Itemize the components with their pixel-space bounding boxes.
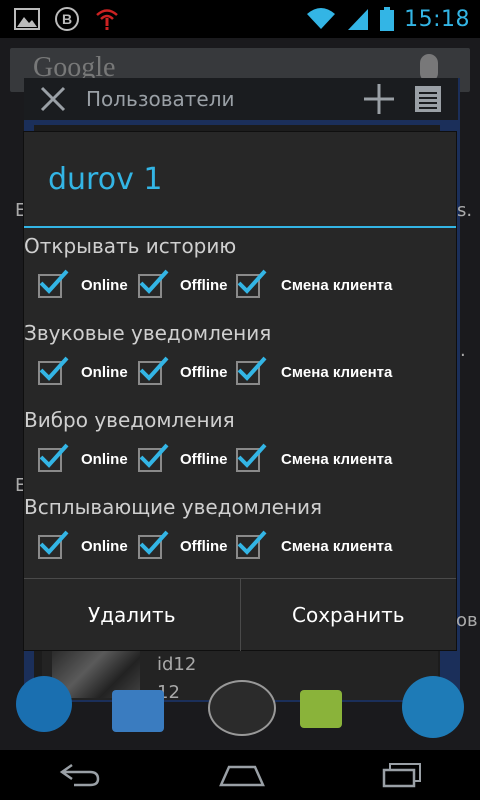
popup-client-change-checkbox[interactable] — [236, 530, 267, 561]
sound-online-checkbox[interactable] — [38, 356, 69, 387]
dialog-title: durov 1 — [48, 162, 163, 197]
checkmark-icon — [237, 269, 267, 294]
save-button[interactable]: Сохранить — [241, 579, 457, 651]
clock: 15:18 — [404, 6, 470, 32]
navigation-bar — [0, 750, 480, 800]
user-settings-dialog: durov 1 Открывать историю Online Offline… — [24, 132, 456, 651]
vibration-client-change-checkbox[interactable] — [236, 443, 267, 474]
popup-offline-checkbox[interactable] — [138, 530, 169, 561]
vibration-notifications-options: Online Offline Смена клиента — [34, 443, 454, 476]
client-change-label: Смена клиента — [281, 277, 393, 294]
list-item-id: id12 — [157, 654, 197, 675]
home-icon[interactable] — [219, 763, 265, 787]
offline-label: Offline — [180, 538, 228, 555]
dialog-button-bar: Удалить Сохранить — [24, 578, 456, 651]
checkmark-icon — [237, 530, 267, 555]
vibration-online-checkbox[interactable] — [38, 443, 69, 474]
open-history-offline-checkbox[interactable] — [138, 269, 169, 300]
checkmark-icon — [139, 530, 169, 555]
client-change-label: Смена клиента — [281, 451, 393, 468]
offline-label: Offline — [180, 364, 228, 381]
recent-apps-icon[interactable] — [382, 762, 422, 788]
list-icon[interactable] — [414, 85, 442, 113]
apps-icon[interactable] — [208, 680, 276, 736]
checkmark-icon — [39, 530, 69, 555]
add-icon[interactable] — [362, 82, 396, 116]
close-icon[interactable] — [38, 84, 68, 114]
back-icon[interactable] — [58, 762, 102, 788]
browser-icon[interactable] — [402, 676, 464, 738]
gallery-icon — [14, 8, 40, 30]
client-change-label: Смена клиента — [281, 538, 393, 555]
checkmark-icon — [237, 443, 267, 468]
users-title: Пользователи — [86, 87, 235, 111]
client-change-label: Смена клиента — [281, 364, 393, 381]
checkmark-icon — [39, 356, 69, 381]
no-signal-warning-icon — [96, 9, 118, 30]
messaging-icon[interactable] — [300, 690, 342, 728]
open-history-options: Online Offline Смена клиента — [34, 269, 454, 302]
vk-icon: B — [55, 7, 79, 31]
dialog-title-divider — [24, 226, 456, 228]
online-label: Online — [81, 364, 128, 381]
section-sound-notifications-label: Звуковые уведомления — [24, 321, 272, 345]
checkmark-icon — [139, 356, 169, 381]
contacts-icon[interactable] — [112, 690, 164, 732]
online-label: Online — [81, 277, 128, 294]
users-action-bar: Пользователи — [24, 78, 458, 120]
status-bar: B 15:18 — [0, 0, 480, 38]
svg-text:B: B — [62, 11, 72, 27]
open-history-client-change-checkbox[interactable] — [236, 269, 267, 300]
section-open-history-label: Открывать историю — [24, 234, 237, 258]
sound-offline-checkbox[interactable] — [138, 356, 169, 387]
wifi-icon — [307, 8, 336, 29]
bg-partial-text: s. — [457, 200, 473, 221]
bg-partial-text: . — [460, 340, 466, 361]
popup-online-checkbox[interactable] — [38, 530, 69, 561]
bg-partial-text: ов — [456, 610, 478, 631]
cell-signal-icon — [348, 9, 369, 30]
online-label: Online — [81, 538, 128, 555]
checkmark-icon — [39, 269, 69, 294]
open-history-online-checkbox[interactable] — [38, 269, 69, 300]
checkmark-icon — [237, 356, 267, 381]
delete-button[interactable]: Удалить — [24, 579, 240, 651]
popup-notifications-options: Online Offline Смена клиента — [34, 530, 454, 563]
phone-icon[interactable] — [16, 676, 72, 732]
section-popup-notifications-label: Всплывающие уведомления — [24, 495, 323, 519]
checkmark-icon — [39, 443, 69, 468]
sound-notifications-options: Online Offline Смена клиента — [34, 356, 454, 389]
section-vibration-notifications-label: Вибро уведомления — [24, 408, 235, 432]
offline-label: Offline — [180, 451, 228, 468]
offline-label: Offline — [180, 277, 228, 294]
sound-client-change-checkbox[interactable] — [236, 356, 267, 387]
online-label: Online — [81, 451, 128, 468]
vibration-offline-checkbox[interactable] — [138, 443, 169, 474]
checkmark-icon — [139, 443, 169, 468]
battery-icon — [380, 7, 395, 31]
checkmark-icon — [139, 269, 169, 294]
